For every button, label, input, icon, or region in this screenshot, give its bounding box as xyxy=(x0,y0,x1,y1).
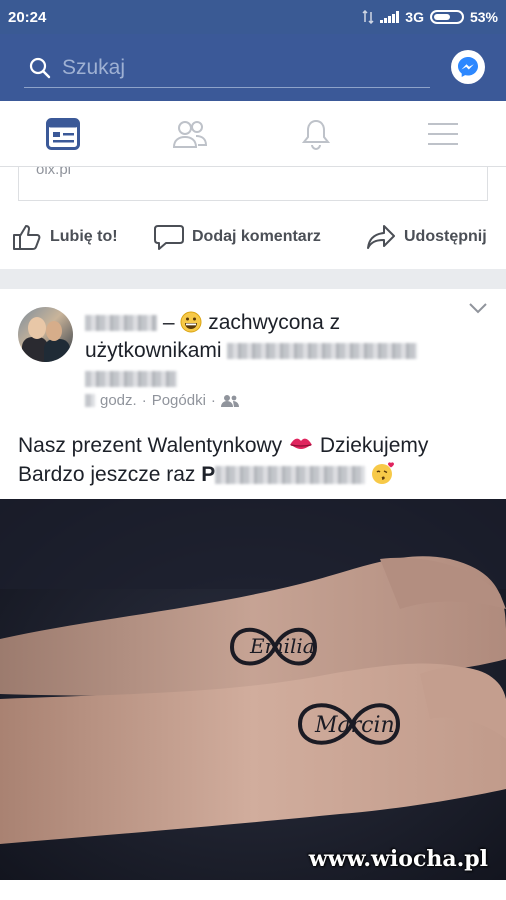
comment-button[interactable]: Dodaj komentarz xyxy=(154,223,321,251)
link-domain: olx.pl xyxy=(36,167,72,178)
share-label: Udostępnij xyxy=(404,228,487,245)
feeling-text: zachwycona z xyxy=(208,311,341,334)
mentioned-user-blurred[interactable] xyxy=(215,466,366,485)
kiss-mark-icon xyxy=(290,438,313,449)
messenger-icon xyxy=(458,57,478,77)
tab-friends[interactable] xyxy=(127,101,254,166)
search-placeholder: Szukaj xyxy=(62,55,126,79)
tattoo-name-2: Marcin xyxy=(314,713,395,738)
post-time[interactable]: godz. xyxy=(100,392,137,409)
watermark: www.wiocha.pl xyxy=(308,846,488,872)
post-actions: Lubię to! Dodaj komentarz Udostępnij xyxy=(0,215,506,259)
tab-notifications[interactable] xyxy=(253,101,380,166)
like-button[interactable]: Lubię to! xyxy=(12,223,118,251)
post-text-line1: Nasz prezent Walentynkowy xyxy=(18,434,283,457)
meta-separator: · xyxy=(141,392,147,409)
share-button[interactable]: Udostępnij xyxy=(366,224,487,250)
tab-menu[interactable] xyxy=(380,101,506,166)
avatar[interactable] xyxy=(18,307,73,362)
status-time: 20:24 xyxy=(8,8,47,26)
tagged-users-blurred[interactable] xyxy=(227,343,418,360)
post-location[interactable]: Pogódki xyxy=(152,392,206,409)
status-bar: 20:24 3G 53% xyxy=(0,0,506,34)
meta-separator-2: · xyxy=(210,392,216,409)
time-number-blurred xyxy=(85,394,95,407)
tab-news-feed[interactable] xyxy=(0,101,127,166)
friends-audience-icon xyxy=(220,394,239,407)
share-icon xyxy=(367,225,395,249)
post-options-chevron-icon[interactable] xyxy=(468,301,488,315)
post-text: Nasz prezent Walentynkowy Dziekujemy Bar… xyxy=(18,434,429,486)
friends-icon xyxy=(172,120,207,148)
link-preview[interactable]: olx.pl xyxy=(18,167,488,201)
comment-label: Dodaj komentarz xyxy=(192,228,321,245)
previous-post: olx.pl Lubię to! Dodaj komentarz Udostęp… xyxy=(0,167,506,269)
battery-percent: 53% xyxy=(469,9,498,25)
bottom-strip xyxy=(0,880,506,900)
network-type: 3G xyxy=(405,9,424,25)
post-photo[interactable]: Emilia Marcin www.wiocha.pl xyxy=(0,499,506,880)
tattoo-photo: Emilia Marcin xyxy=(0,499,506,880)
feed-post: – zachwycona z użytkownikami godz. · Pog… xyxy=(0,289,506,499)
search-input[interactable]: Szukaj xyxy=(24,48,430,88)
tattoo-name-1: Emilia xyxy=(249,634,315,658)
post-text-line2: Bardzo jeszcze raz xyxy=(18,463,196,486)
face-blowing-kiss-icon xyxy=(372,462,395,484)
search-icon xyxy=(29,57,51,78)
signal-icon xyxy=(380,11,400,23)
nav-tabs xyxy=(0,101,506,167)
tagged-users-blurred-2[interactable] xyxy=(85,371,177,388)
author-name-blurred[interactable] xyxy=(85,315,157,332)
header-dash: – xyxy=(162,311,175,334)
post-text-line1b: Dziekujemy xyxy=(319,434,429,457)
with-label: użytkownikami xyxy=(85,339,222,362)
news-feed-icon xyxy=(46,117,81,150)
messenger-button[interactable] xyxy=(451,50,485,84)
top-bar: Szukaj xyxy=(0,34,506,101)
thumbs-up-icon xyxy=(13,225,41,250)
post-header: – zachwycona z użytkownikami xyxy=(85,309,445,393)
feed-divider xyxy=(0,269,506,289)
bell-icon xyxy=(302,119,331,150)
battery-icon xyxy=(429,10,464,24)
post-meta: godz. · Pogódki · xyxy=(85,392,239,409)
grinning-emoji-icon xyxy=(180,311,202,333)
like-label: Lubię to! xyxy=(50,228,118,245)
comment-icon xyxy=(154,225,184,250)
data-transfer-icon xyxy=(362,10,374,24)
hamburger-icon xyxy=(427,122,458,145)
